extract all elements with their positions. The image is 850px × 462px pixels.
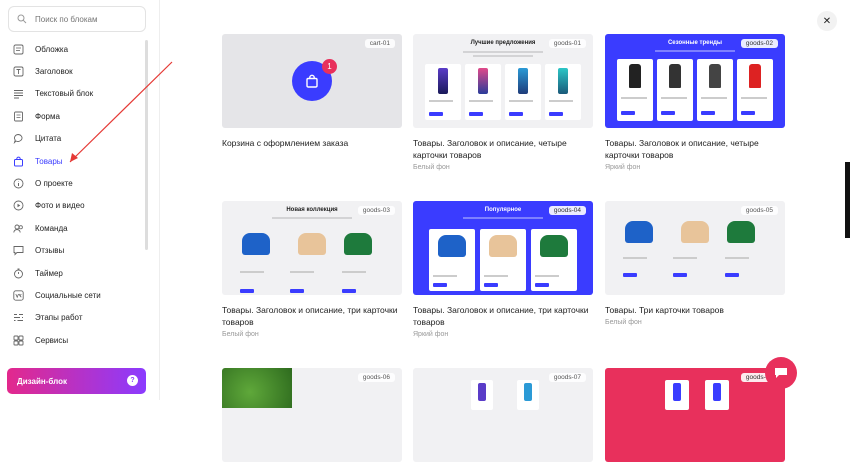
block-title: Товары. Заголовок и описание, четыре кар… [413,138,567,160]
product-image [625,221,653,243]
product-image [681,221,709,243]
block-subtitle: Яркий фон [605,164,641,171]
block-subtitle: Белый фон [413,164,450,171]
block-title: Корзина с оформлением заказа [222,138,349,148]
block-thumbnail: goods-04 Популярное [413,201,593,295]
preview-heading: Популярное [484,207,522,213]
block-card-goods-04[interactable]: goods-04 Популярное Товары. Заголовок и … [413,201,593,338]
product-card [517,380,539,410]
product-image [727,221,755,243]
block-tag: cart-01 [364,39,395,48]
chat-button[interactable] [765,357,797,389]
block-card-goods-08[interactable]: goods-08 [605,368,785,462]
product-card [531,229,577,291]
product-card [545,64,581,120]
product-card [705,380,729,410]
product-card [657,59,693,121]
block-card-goods-07[interactable]: goods-07 [413,368,593,462]
block-card-cart-01[interactable]: cart-01 1 Корзина с оформлением заказа [222,34,402,149]
product-card [697,59,733,121]
block-subtitle: Белый фон [605,319,642,326]
product-image [242,233,270,255]
block-thumbnail: goods-06 [222,368,402,462]
block-title: Товары. Три карточки товаров [605,305,724,315]
product-card [425,64,461,120]
preview-text [473,55,533,57]
cart-count-badge: 1 [322,59,337,74]
block-tag: goods-05 [740,206,778,215]
block-subtitle: Белый фон [222,331,259,338]
product-card [429,229,475,291]
product-card [471,380,493,410]
preview-heading: Новая коллекция [286,207,338,213]
block-tag: goods-06 [357,373,395,382]
block-thumbnail: goods-08 [605,368,785,462]
block-thumbnail: cart-01 1 [222,34,402,128]
preview-text [463,51,543,53]
preview-text [272,217,352,219]
block-thumbnail: goods-05 [605,201,785,295]
block-subtitle: Яркий фон [413,331,449,338]
product-card [617,59,653,121]
preview-heading: Сезонные тренды [667,40,723,46]
block-title: Товары. Заголовок и описание, четыре кар… [605,138,759,160]
block-card-goods-03[interactable]: goods-03 Новая коллекция Товары. Заголов… [222,201,402,338]
preview-text [655,50,735,52]
block-thumbnail: goods-07 [413,368,593,462]
preview-text [463,217,543,219]
product-image [298,233,326,255]
chat-icon [775,368,787,378]
block-tag: goods-07 [548,373,586,382]
block-card-goods-06[interactable]: goods-06 [222,368,402,462]
block-card-goods-01[interactable]: goods-01 Лучшие предложения Товары. Заго… [413,34,593,171]
block-card-goods-02[interactable]: goods-02 Сезонные тренды Товары. Заголов… [605,34,785,171]
product-card [480,229,526,291]
product-card [665,380,689,410]
block-title: Товары. Заголовок и описание, три карточ… [413,305,589,327]
block-thumbnail: goods-01 Лучшие предложения [413,34,593,128]
plant-image [222,368,292,408]
side-tab[interactable] [845,162,850,238]
block-thumbnail: goods-02 Сезонные тренды [605,34,785,128]
close-button[interactable]: ✕ [817,11,837,31]
product-image [344,233,372,255]
preview-heading: Лучшие предложения [470,40,536,46]
product-card [737,59,773,121]
product-card [505,64,541,120]
block-card-goods-05[interactable]: goods-05 Товары. Три карточки товаров Бе… [605,201,785,326]
block-thumbnail: goods-03 Новая коллекция [222,201,402,295]
block-title: Товары. Заголовок и описание, три карточ… [222,305,398,327]
product-card [465,64,501,120]
